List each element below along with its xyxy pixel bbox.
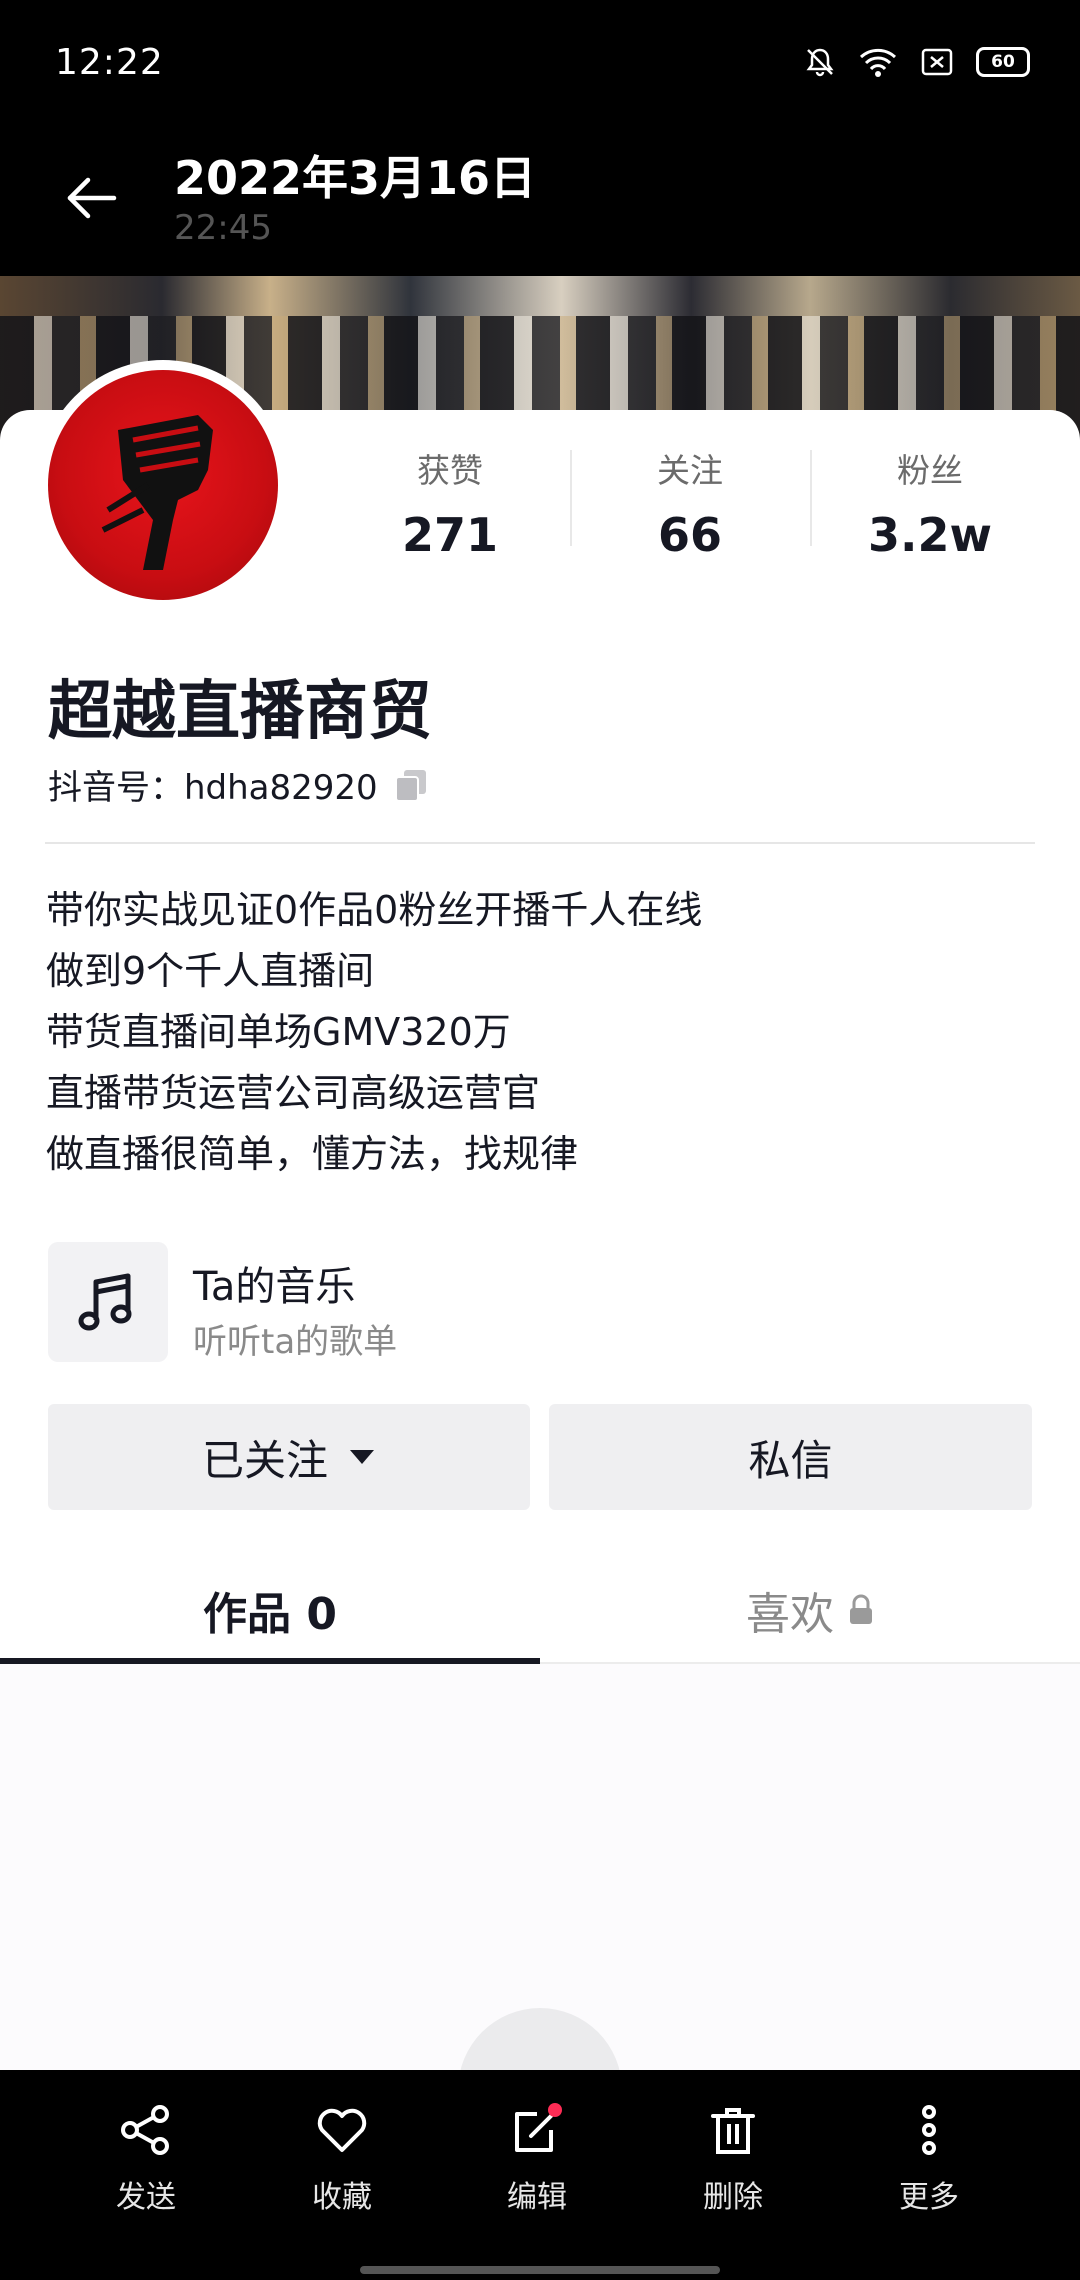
edit-icon xyxy=(515,2103,562,2152)
bottom-action-bar: 发送 收藏 编辑 删除 更多 xyxy=(0,2070,1080,2280)
bio-line: 直播带货运营公司高级运营官 xyxy=(46,1071,541,1115)
bio-line: 带你实战见证0作品0粉丝开播千人在线 xyxy=(46,888,703,932)
divider xyxy=(45,842,1035,844)
stat-value: 66 xyxy=(657,508,722,562)
favorite-button[interactable]: 收藏 xyxy=(272,2100,412,2216)
copy-icon[interactable] xyxy=(392,766,430,804)
trash-icon xyxy=(711,2108,755,2154)
music-subtitle: 听听ta的歌单 xyxy=(193,1322,398,1362)
tab-likes-label: 喜欢 xyxy=(746,1589,834,1640)
douyin-id: 抖音号：hdha82920 xyxy=(48,760,430,809)
battery-indicator: 60 xyxy=(976,47,1030,77)
message-button[interactable]: 私信 xyxy=(549,1404,1032,1510)
profile-card: 获赞 271 关注 66 粉丝 3.2w 超越直播商贸 抖音号：hdha8292… xyxy=(0,360,1080,2108)
following-button[interactable]: 已关注 xyxy=(48,1404,530,1510)
heart-icon xyxy=(317,2108,367,2152)
header-subtitle: 22:45 xyxy=(174,208,272,248)
bio-line: 做到9个千人直播间 xyxy=(46,949,375,993)
profile-bio: 带你实战见证0作品0粉丝开播千人在线 做到9个千人直播间 带货直播间单场GMV3… xyxy=(46,880,702,1185)
header: 2022年3月16日 22:45 xyxy=(0,130,1080,276)
delete-label: 删除 xyxy=(703,2180,763,2215)
delete-button[interactable]: 删除 xyxy=(663,2100,803,2216)
share-button[interactable]: 发送 xyxy=(76,2100,216,2216)
music-icon-box xyxy=(48,1242,168,1362)
stat-value: 271 xyxy=(401,508,499,562)
music-note-icon xyxy=(78,1273,132,1331)
lock-icon xyxy=(850,1594,872,1624)
bio-line: 带货直播间单场GMV320万 xyxy=(46,1010,511,1054)
stat-value: 3.2w xyxy=(868,508,992,562)
stat-label: 粉丝 xyxy=(897,451,963,490)
back-arrow-icon[interactable] xyxy=(60,166,124,230)
stat-followers[interactable]: 粉丝 3.2w xyxy=(810,430,1050,562)
tab-works[interactable]: 作品 0 xyxy=(0,1558,540,1664)
status-bar: 12:22 60 xyxy=(0,0,1080,130)
bell-muted-icon xyxy=(806,48,834,77)
avatar-image xyxy=(48,370,278,600)
header-title: 2022年3月16日 xyxy=(174,151,537,205)
message-label: 私信 xyxy=(748,1435,833,1485)
edit-button[interactable]: 编辑 xyxy=(467,2100,607,2216)
tab-works-label: 作品 0 xyxy=(203,1589,337,1640)
profile-tabs: 作品 0 喜欢 xyxy=(0,1558,1080,1664)
stat-following[interactable]: 关注 66 xyxy=(570,430,810,562)
following-label: 已关注 xyxy=(201,1435,328,1485)
more-icon xyxy=(922,2105,936,2155)
favorite-label: 收藏 xyxy=(312,2180,372,2215)
more-button[interactable]: 更多 xyxy=(859,2100,999,2216)
avatar[interactable] xyxy=(38,360,288,610)
more-label: 更多 xyxy=(899,2180,959,2215)
music-title: Ta的音乐 xyxy=(193,1264,356,1310)
fist-logo-icon xyxy=(101,415,213,570)
profile-stats: 获赞 271 关注 66 粉丝 3.2w xyxy=(330,430,1050,562)
caret-down-icon xyxy=(350,1450,374,1464)
share-icon xyxy=(121,2105,169,2155)
wifi-icon xyxy=(859,48,897,77)
bio-line: 做直播很简单，懂方法，找规律 xyxy=(46,1132,579,1176)
status-icons: 60 xyxy=(804,46,1030,78)
music-entry[interactable]: Ta的音乐 听听ta的歌单 xyxy=(48,1242,648,1364)
share-label: 发送 xyxy=(116,2180,176,2215)
status-time: 12:22 xyxy=(55,42,164,83)
home-indicator[interactable] xyxy=(360,2266,720,2274)
stat-label: 获赞 xyxy=(417,451,483,490)
profile-name: 超越直播商贸 xyxy=(48,675,432,749)
sim-disabled-icon xyxy=(921,48,953,76)
stat-likes[interactable]: 获赞 271 xyxy=(330,430,570,562)
edit-label: 编辑 xyxy=(507,2180,567,2215)
tab-likes[interactable]: 喜欢 xyxy=(540,1558,1080,1662)
stat-label: 关注 xyxy=(657,451,723,490)
douyin-id-text: 抖音号：hdha82920 xyxy=(48,768,378,808)
